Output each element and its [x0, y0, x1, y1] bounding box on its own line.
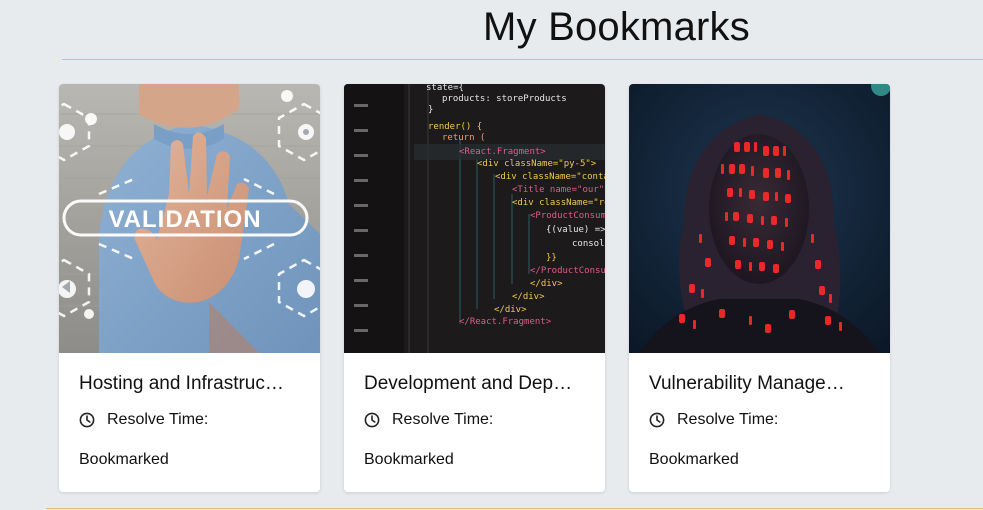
bottom-divider [46, 508, 983, 509]
code-screen-image[interactable]: state={ products: storeProducts } render… [344, 84, 605, 353]
code-line: }} [546, 253, 557, 263]
code-line: console [572, 239, 605, 249]
resolve-time-row: Resolve Time: [364, 410, 493, 430]
code-line: </div> [530, 279, 563, 289]
code-line: </React.Fragment> [459, 317, 552, 327]
bookmark-status: Bookmarked [364, 451, 454, 468]
card-title[interactable]: Development and Dep… [364, 373, 590, 395]
code-line: <div className="contain [495, 172, 605, 182]
bookmark-card-vulnerability[interactable]: Vulnerability Manage… Resolve Time: Book… [629, 84, 890, 492]
code-line: return ( [442, 133, 485, 143]
bookmark-status: Bookmarked [79, 451, 169, 468]
clock-icon [649, 412, 665, 428]
code-line: </div> [494, 305, 527, 315]
code-line: <Title name="our" t [512, 185, 605, 195]
code-line: } [428, 105, 433, 115]
card-title[interactable]: Hosting and Infrastruc… [79, 373, 305, 395]
bookmark-card-development[interactable]: state={ products: storeProducts } render… [344, 84, 605, 492]
clock-icon [79, 412, 95, 428]
resolve-time-row: Resolve Time: [649, 410, 778, 430]
code-line: <React.Fragment> [459, 147, 546, 157]
code-line: render() { [428, 122, 482, 132]
code-line: {(value) => [546, 225, 605, 235]
resolve-time-label: Resolve Time: [107, 411, 209, 428]
resolve-time-row: Resolve Time: [79, 410, 208, 430]
code-line: <div className="row" [512, 198, 605, 208]
validation-hand-image[interactable]: VALIDATION [59, 84, 320, 353]
resolve-time-label: Resolve Time: [392, 411, 494, 428]
card-title[interactable]: Vulnerability Manage… [649, 373, 875, 395]
page-title: My Bookmarks [483, 5, 750, 49]
title-divider [62, 59, 983, 60]
code-line: products: storeProducts [442, 94, 567, 104]
bookmark-status: Bookmarked [649, 451, 739, 468]
code-line: </div> [512, 292, 545, 302]
code-line: </ProductConsume [530, 266, 605, 276]
code-line: <div className="py-5"> [477, 159, 597, 169]
clock-icon [364, 412, 380, 428]
resolve-time-label: Resolve Time: [677, 411, 779, 428]
code-line: <ProductConsumer [530, 211, 605, 221]
bookmark-card-hosting[interactable]: VALIDATION Hosting and Infrastruc… Resol… [59, 84, 320, 492]
binary-projection-portrait-image[interactable] [629, 84, 890, 353]
validation-text: VALIDATION [108, 206, 261, 233]
code-line: state={ [426, 84, 464, 93]
